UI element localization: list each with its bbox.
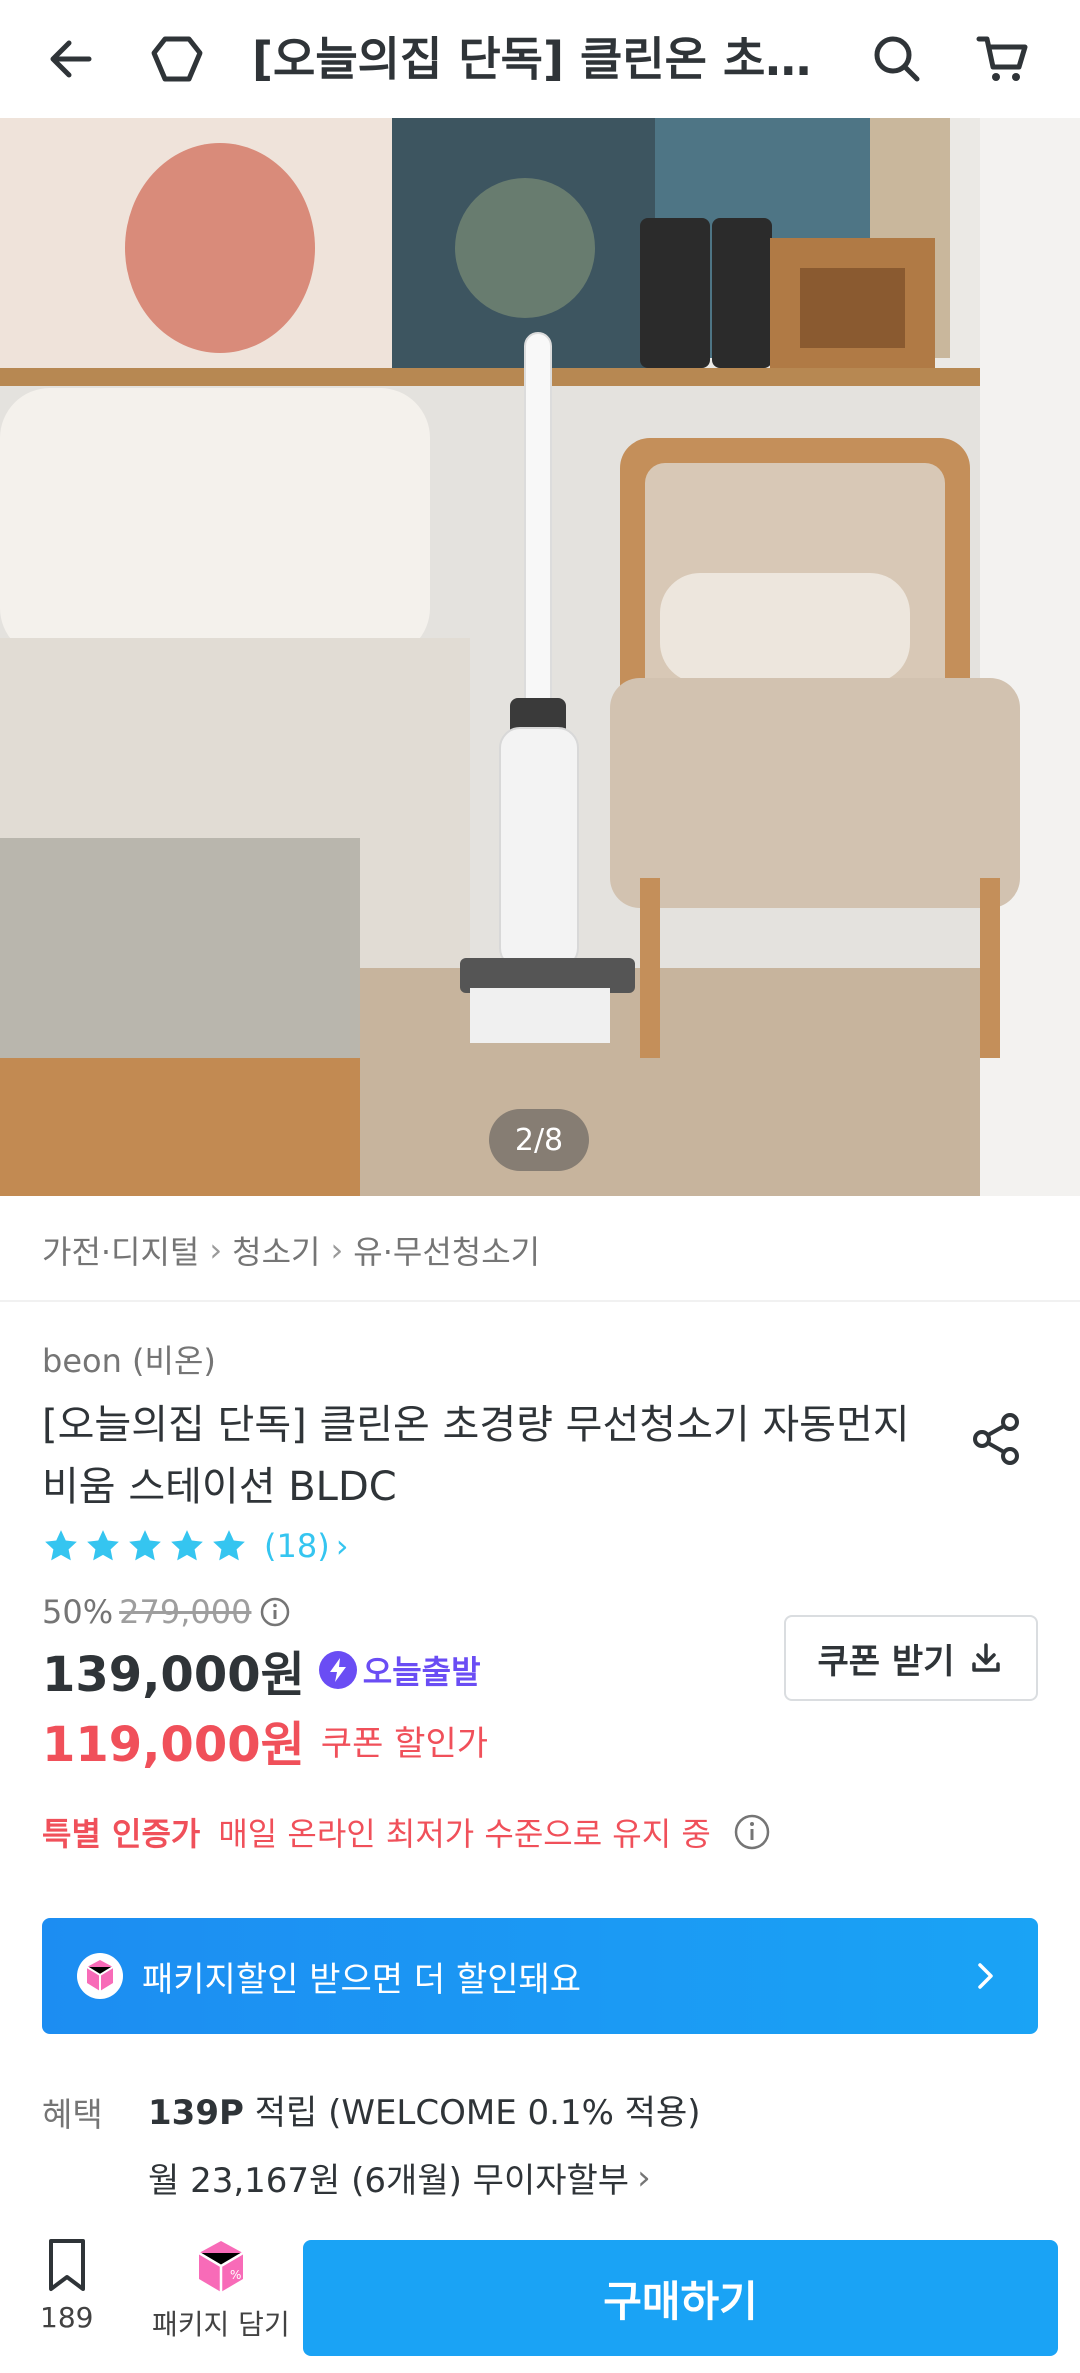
- top-app-bar: [오늘의집 단독] 클린온 초경량 무선청소기 자동먼지비움 스테이션 BLDC: [0, 0, 1080, 118]
- info-icon[interactable]: [259, 1596, 291, 1628]
- bookmark-icon: [48, 2239, 85, 2291]
- package-box-icon: [77, 1953, 123, 1999]
- coupon-price-line: 119,000원 쿠폰 할인가: [42, 1708, 489, 1773]
- cart-icon[interactable]: [970, 26, 1036, 92]
- buy-button[interactable]: 구매하기: [303, 2240, 1058, 2356]
- star-icon: [87, 1530, 119, 1561]
- bottom-action-bar: 189 % 패키지 담기 구매하기: [0, 2225, 1080, 2373]
- coupon-price: 119,000원: [42, 1717, 305, 1773]
- chevron-right-icon: ›: [330, 1231, 344, 1269]
- sale-price: 139,000원: [42, 1647, 305, 1703]
- chevron-right-icon: ›: [209, 1231, 223, 1269]
- installment-benefit[interactable]: 월 23,167원 (6개월) 무이자할부 ›: [148, 2153, 651, 2202]
- home-icon[interactable]: [144, 26, 210, 92]
- image-counter: 2/8: [489, 1109, 589, 1171]
- special-price-notice: 특별 인증가 매일 온라인 최저가 수준으로 유지 중: [42, 1808, 771, 1856]
- points-benefit: 139P 적립 (WELCOME 0.1% 적용): [148, 2085, 701, 2134]
- discount-percent: 50%: [42, 1593, 114, 1631]
- package-box-icon: %: [198, 2241, 244, 2292]
- special-price-desc: 매일 온라인 최저가 수준으로 유지 중: [218, 1815, 711, 1853]
- product-image-gallery[interactable]: [0, 118, 1080, 1196]
- brand-name[interactable]: beon (비온): [42, 1336, 216, 1382]
- share-icon[interactable]: [964, 1406, 1030, 1472]
- star-icon: [45, 1530, 77, 1561]
- coupon-button-label: 쿠폰 받기: [817, 1641, 955, 1682]
- product-photo: [0, 118, 1080, 1196]
- svg-text:%: %: [230, 2268, 241, 2282]
- star-icon: [129, 1530, 161, 1561]
- back-arrow-icon[interactable]: [38, 26, 104, 92]
- installment-text: 월 23,167원 (6개월) 무이자할부: [148, 2161, 630, 2201]
- today-shipping-label: 오늘출발: [362, 1653, 481, 1691]
- chevron-right-icon: ›: [335, 1527, 349, 1565]
- rating[interactable]: (18) ›: [42, 1524, 348, 1568]
- today-shipping-badge: 오늘출발: [318, 1647, 481, 1693]
- lightning-icon: [318, 1651, 357, 1689]
- breadcrumb: 가전·디지털 › 청소기 › 유·무선청소기: [42, 1228, 540, 1272]
- divider: [0, 1300, 1080, 1302]
- download-icon: [972, 1643, 1001, 1672]
- breadcrumb-item[interactable]: 유·무선청소기: [353, 1227, 540, 1273]
- discount-line: 50% 279,000: [42, 1590, 291, 1634]
- breadcrumb-item[interactable]: 청소기: [232, 1227, 320, 1273]
- product-title: [오늘의집 단독] 클린온 초경량 무선청소기 자동먼지비움 스테이션 BLDC: [42, 1402, 910, 1510]
- price-line: 139,000원 오늘출발: [42, 1638, 481, 1703]
- coupon-download-button[interactable]: 쿠폰 받기: [784, 1615, 1038, 1701]
- points-detail: 적립 (WELCOME 0.1% 적용): [243, 2093, 701, 2133]
- points-amount: 139P: [148, 2093, 244, 2133]
- package-discount-banner[interactable]: 패키지할인 받으면 더 할인돼요: [42, 1918, 1038, 2034]
- search-icon[interactable]: [864, 26, 930, 92]
- coupon-price-label: 쿠폰 할인가: [320, 1723, 489, 1764]
- chevron-right-icon: ›: [637, 2157, 651, 2198]
- review-count[interactable]: (18): [264, 1527, 330, 1565]
- breadcrumb-item[interactable]: 가전·디지털: [42, 1227, 199, 1273]
- page-title: [오늘의집 단독] 클린온 초경량 무선청소기 자동먼지비움 스테이션 BLDC: [252, 32, 820, 86]
- chevron-right-icon: [978, 1963, 993, 1989]
- benefit-label: 혜택: [42, 2095, 103, 2134]
- add-package-button[interactable]: % 패키지 담기: [152, 2237, 290, 2343]
- bookmark-count: 189: [40, 2301, 94, 2334]
- add-package-label: 패키지 담기: [152, 2308, 290, 2341]
- star-icon: [213, 1530, 245, 1561]
- special-price-label: 특별 인증가: [42, 1815, 201, 1853]
- info-icon[interactable]: [733, 1813, 771, 1851]
- star-icon: [171, 1530, 203, 1561]
- original-price: 279,000: [119, 1593, 252, 1631]
- bookmark-button[interactable]: 189: [40, 2237, 93, 2334]
- package-banner-text: 패키지할인 받으면 더 할인돼요: [142, 1959, 582, 2000]
